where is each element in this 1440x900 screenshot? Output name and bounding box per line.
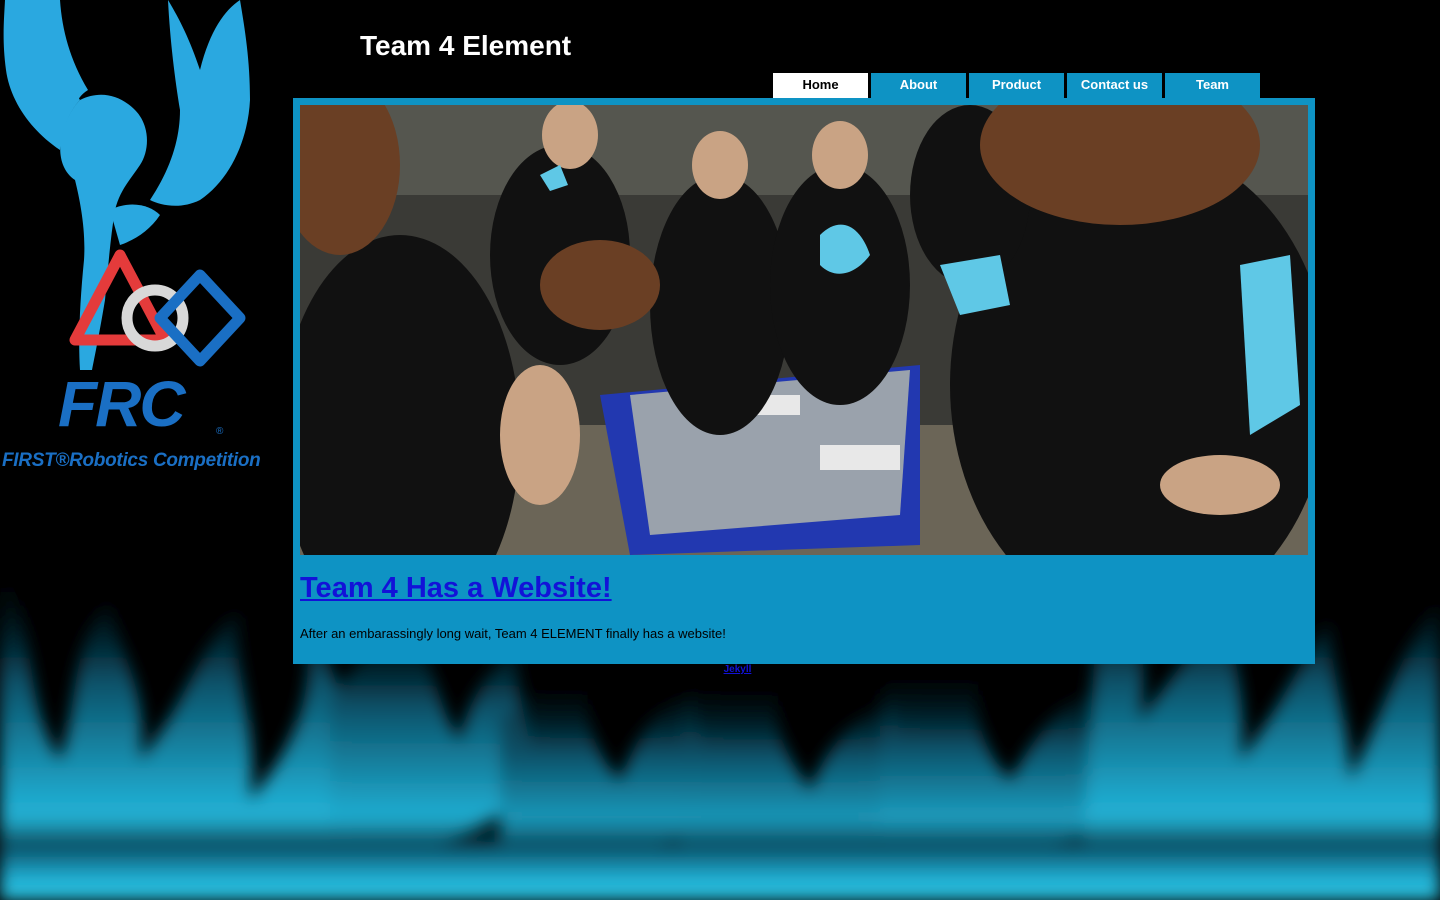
page: FRC ® FIRST®Robotics Competition Team 4 … — [0, 0, 1440, 900]
content-panel: Team 4 Has a Website! After an embarassi… — [293, 98, 1315, 664]
nav-home[interactable]: Home — [773, 73, 868, 98]
nav-team[interactable]: Team — [1165, 73, 1260, 98]
post-title-link[interactable]: Team 4 Has a Website! — [300, 572, 612, 604]
frc-logo-area: FRC ® FIRST®Robotics Competition — [0, 0, 292, 480]
team-photo-illustration — [300, 105, 1308, 555]
post-body: After an embarassingly long wait, Team 4… — [300, 626, 726, 641]
footer-jekyll-link[interactable]: Jekyll — [724, 664, 752, 675]
nav-contact-us[interactable]: Contact us — [1067, 73, 1162, 98]
frc-logo-text: FRC — [58, 368, 186, 440]
nav-product[interactable]: Product — [969, 73, 1064, 98]
team-photo — [300, 105, 1308, 555]
footer-text: red by — [693, 664, 724, 675]
nav-about[interactable]: About — [871, 73, 966, 98]
post-title: Team 4 Has a Website! — [300, 570, 612, 606]
frc-registered-mark: ® — [216, 426, 224, 437]
main-nav: Home About Product Contact us Team — [773, 73, 1263, 98]
site-title: Team 4 Element — [360, 30, 572, 61]
footer: red by Jekyll — [693, 664, 751, 675]
frc-subtitle: FIRST®Robotics Competition — [2, 450, 261, 471]
